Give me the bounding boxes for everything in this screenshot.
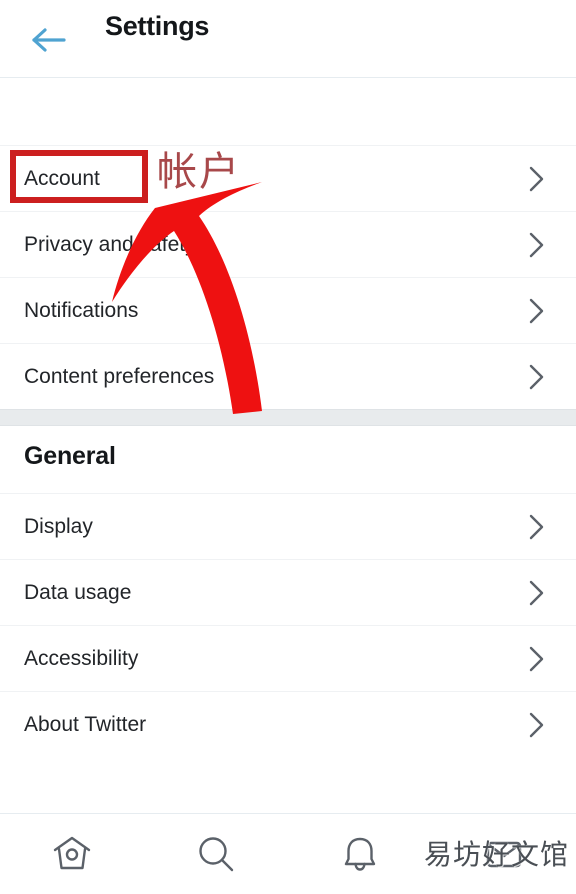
chevron-right-icon [528, 692, 546, 758]
section-divider [0, 409, 576, 426]
settings-row-label: About Twitter [24, 713, 147, 736]
chevron-right-icon [528, 212, 546, 278]
search-icon [193, 831, 239, 877]
chevron-right-icon [528, 344, 546, 410]
bottom-navigation-bar [0, 813, 576, 894]
settings-row-content-preferences[interactable]: Content preferences [0, 343, 576, 409]
bell-icon [337, 831, 383, 877]
nav-home[interactable] [0, 814, 144, 894]
settings-row-account[interactable]: Account [0, 145, 576, 211]
nav-messages[interactable] [432, 814, 576, 894]
back-button[interactable] [24, 18, 72, 62]
settings-row-label: Data usage [24, 581, 132, 604]
home-icon [49, 831, 95, 877]
nav-search[interactable] [144, 814, 288, 894]
chevron-right-icon [528, 494, 546, 560]
settings-row-label: Display [24, 515, 93, 538]
settings-row-privacy-and-safety[interactable]: Privacy and safety [0, 211, 576, 277]
back-arrow-icon [29, 25, 67, 55]
settings-row-label: Accessibility [24, 647, 139, 670]
settings-row-about-twitter[interactable]: About Twitter [0, 691, 576, 757]
header-spacer [0, 79, 576, 145]
section-heading-label: General [24, 442, 116, 470]
settings-row-display[interactable]: Display [0, 493, 576, 559]
settings-row-data-usage[interactable]: Data usage [0, 559, 576, 625]
chevron-right-icon [528, 560, 546, 626]
section-heading-general: General [0, 426, 576, 493]
settings-row-notifications[interactable]: Notifications [0, 277, 576, 343]
chevron-right-icon [528, 626, 546, 692]
chevron-right-icon [528, 146, 546, 212]
settings-screen: Settings Account Privacy and safety Noti… [0, 0, 576, 894]
settings-row-accessibility[interactable]: Accessibility [0, 625, 576, 691]
settings-row-label: Notifications [24, 299, 139, 322]
settings-group-general: Display Data usage Accessibility About T… [0, 493, 576, 757]
nav-notifications[interactable] [288, 814, 432, 894]
page-title: Settings [105, 11, 210, 41]
settings-row-label: Privacy and safety [24, 233, 196, 256]
chevron-right-icon [528, 278, 546, 344]
settings-row-label: Content preferences [24, 365, 215, 388]
app-header: Settings [0, 0, 576, 78]
envelope-icon [481, 831, 527, 877]
settings-group-account: Account Privacy and safety Notifications… [0, 145, 576, 409]
settings-row-label: Account [24, 167, 100, 190]
